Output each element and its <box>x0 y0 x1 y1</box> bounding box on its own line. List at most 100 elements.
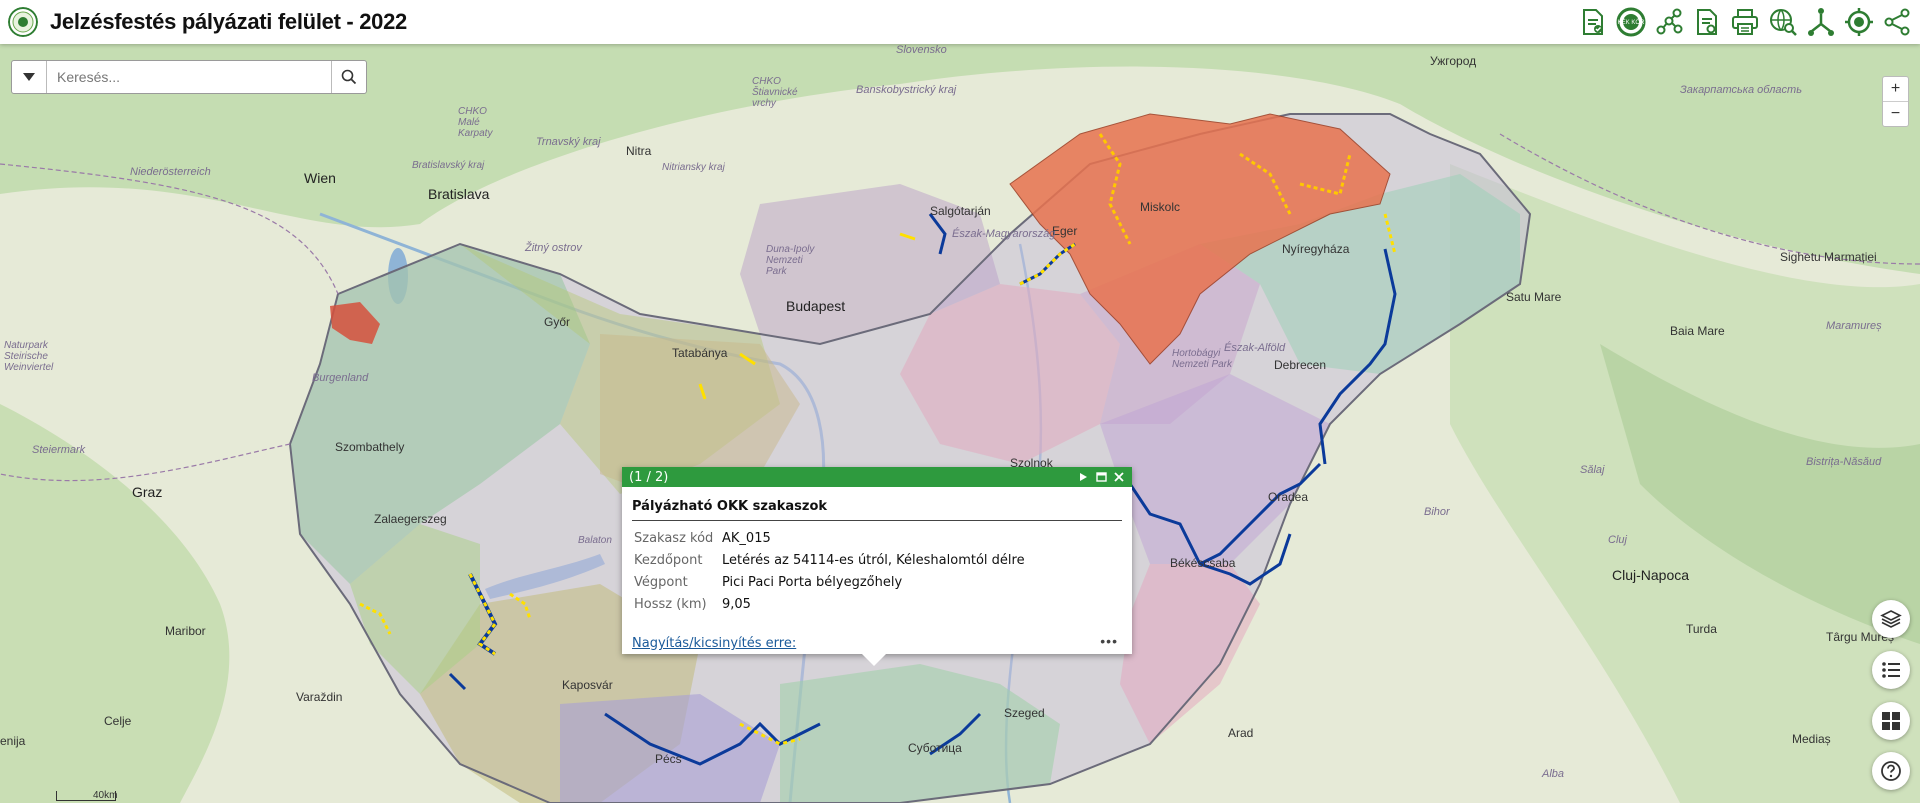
kektura-logo-label: KÉK KÖR <box>1618 19 1645 26</box>
attribute-key: Szakasz kód <box>634 530 714 546</box>
popup-more-button[interactable]: ••• <box>1100 633 1118 649</box>
map-label-eszak-alfold: Észak-Alföld <box>1224 342 1286 354</box>
basemap-grid-button[interactable] <box>1872 702 1910 740</box>
zoom-out-button[interactable]: − <box>1883 102 1908 126</box>
popup-maximize-button[interactable] <box>1092 469 1110 485</box>
print-button[interactable] <box>1726 3 1764 41</box>
map-label-kaposvar: Kaposvár <box>562 678 613 692</box>
layers-icon <box>1880 610 1902 628</box>
help-button[interactable] <box>1872 752 1910 790</box>
zoom-control: + − <box>1882 76 1909 127</box>
map-label-salgotarjan: Salgótarján <box>930 204 991 218</box>
map-label-duna-ipoly: Duna-Ipoly Nemzeti Park <box>766 244 815 277</box>
map-label-budapest: Budapest <box>786 298 846 314</box>
globe-search-icon <box>1770 9 1797 36</box>
route-branch-icon <box>1808 8 1834 36</box>
map-label-medias: Mediaș <box>1792 732 1831 746</box>
popup-layer-title: Pályázható OKK szakaszok <box>632 499 1122 521</box>
map-label-niederosterreich: Niederösterreich <box>130 166 211 178</box>
map-label-celje: Celje <box>104 714 132 728</box>
zoom-to-feature-link[interactable]: Nagyítás/kicsinyítés erre: <box>632 636 796 651</box>
network-icon <box>1656 8 1683 35</box>
caret-down-icon <box>23 73 35 81</box>
map-label-lenia: enija <box>0 734 26 748</box>
map-label-slovensko: Slovensko <box>896 44 947 56</box>
map-label-sighetu: Sighetu Marmației <box>1780 250 1877 264</box>
map-label-steiermark: Steiermark <box>32 444 86 456</box>
map-label-gyor: Győr <box>544 315 571 329</box>
table-row: Hossz (km) 9,05 <box>632 593 1027 615</box>
app-logo-icon <box>8 7 38 37</box>
map-label-chko-male: CHKO Malé Karpaty <box>458 106 493 139</box>
popup-next-button[interactable] <box>1074 469 1092 485</box>
search-button[interactable] <box>331 61 366 93</box>
toolbar: KÉK KÖR <box>1574 3 1916 41</box>
zoom-in-button[interactable]: + <box>1883 77 1908 102</box>
attribute-key: Kezdőpont <box>634 552 703 568</box>
map-label-eszak-magyarorszag: Észak-Magyarország <box>952 228 1056 240</box>
network-button[interactable] <box>1650 3 1688 41</box>
search-dropdown-button[interactable] <box>12 61 47 93</box>
map-label-pecs: Pécs <box>655 752 682 766</box>
map-layers <box>0 44 1920 803</box>
map-label-zakarpattia: Закарпатська область <box>1680 84 1802 96</box>
attribute-value: AK_015 <box>722 530 771 546</box>
map-label-bratislavsky: Bratislavský kraj <box>412 160 485 171</box>
map-label-oradea: Oradea <box>1268 490 1309 504</box>
popup-counter: (1 / 2) <box>629 469 669 485</box>
map-label-baia-mare: Baia Mare <box>1670 324 1725 338</box>
map-label-satu-mare: Satu Mare <box>1506 290 1562 304</box>
map-label-zitny: Žitný ostrov <box>525 242 582 254</box>
map-label-alba: Alba <box>1542 768 1565 780</box>
kektura-logo-icon: KÉK KÖR <box>1616 7 1646 37</box>
map-label-maribor: Maribor <box>165 624 206 638</box>
popup-controls <box>1074 469 1128 485</box>
map-label-bihor: Bihor <box>1424 506 1450 518</box>
share-icon <box>1884 8 1910 36</box>
attribute-value: Letérés az 54114-es útról, Kéleshalomtól… <box>722 552 1025 568</box>
help-icon <box>1881 761 1901 781</box>
map-label-bistrita: Bistrița-Năsăud <box>1806 456 1882 468</box>
globe-search-button[interactable] <box>1764 3 1802 41</box>
search-box <box>11 60 367 94</box>
map-label-salaj: Sălaj <box>1580 464 1605 476</box>
map-label-debrecen: Debrecen <box>1274 358 1327 372</box>
table-row: Szakasz kód AK_015 <box>632 527 1027 549</box>
popup-close-button[interactable] <box>1110 469 1128 485</box>
document-check-button[interactable] <box>1574 3 1612 41</box>
share-button[interactable] <box>1878 3 1916 41</box>
map-label-szeged: Szeged <box>1004 706 1045 720</box>
map-label-szombathely: Szombathely <box>335 440 405 454</box>
map-label-nitriansky: Nitriansky kraj <box>662 162 725 173</box>
layers-button[interactable] <box>1872 600 1910 638</box>
location-target-button[interactable] <box>1840 3 1878 41</box>
grid-icon <box>1882 712 1900 730</box>
popup-attribute-table: Szakasz kód AK_015 Kezdőpont Letérés az 54… <box>632 527 1027 615</box>
location-target-icon <box>1845 8 1873 36</box>
document-settings-icon <box>1697 9 1717 35</box>
map-label-miskolc: Miskolc <box>1140 200 1181 214</box>
route-branch-button[interactable] <box>1802 3 1840 41</box>
legend-list-button[interactable] <box>1872 651 1910 689</box>
document-settings-button[interactable] <box>1688 3 1726 41</box>
map-canvas[interactable]: Wien Bratislava Budapest Győr Tatabánya … <box>0 44 1920 803</box>
map-label-maramures: Maramureș <box>1826 320 1882 332</box>
attribute-value: Pici Paci Porta bélyegzőhely <box>722 574 903 590</box>
play-next-icon <box>1079 473 1087 481</box>
map-label-banskobystricky: Banskobystrický kraj <box>856 84 957 96</box>
list-icon <box>1882 662 1900 678</box>
feature-info-popup: (1 / 2) Pályázható OKK szakaszok Szakasz… <box>622 467 1132 666</box>
map-label-bratislava: Bratislava <box>428 186 490 202</box>
map-label-turda: Turda <box>1686 622 1717 636</box>
maximize-icon <box>1095 472 1107 482</box>
search-input[interactable] <box>47 61 331 93</box>
popup-header: (1 / 2) <box>622 467 1132 487</box>
map-label-cluj: Cluj-Napoca <box>1612 567 1690 583</box>
map-label-uzhorod: Ужгород <box>1430 54 1477 68</box>
attribute-key: Hossz (km) <box>634 596 707 612</box>
map-label-trnava: Trnavský kraj <box>536 136 601 148</box>
kektura-button[interactable]: KÉK KÖR <box>1612 3 1650 41</box>
map-label-eger: Eger <box>1052 224 1078 238</box>
scale-bar: 40km <box>56 791 117 801</box>
map-label-naturpark: Naturpark Steirische Weinviertel <box>4 340 54 373</box>
